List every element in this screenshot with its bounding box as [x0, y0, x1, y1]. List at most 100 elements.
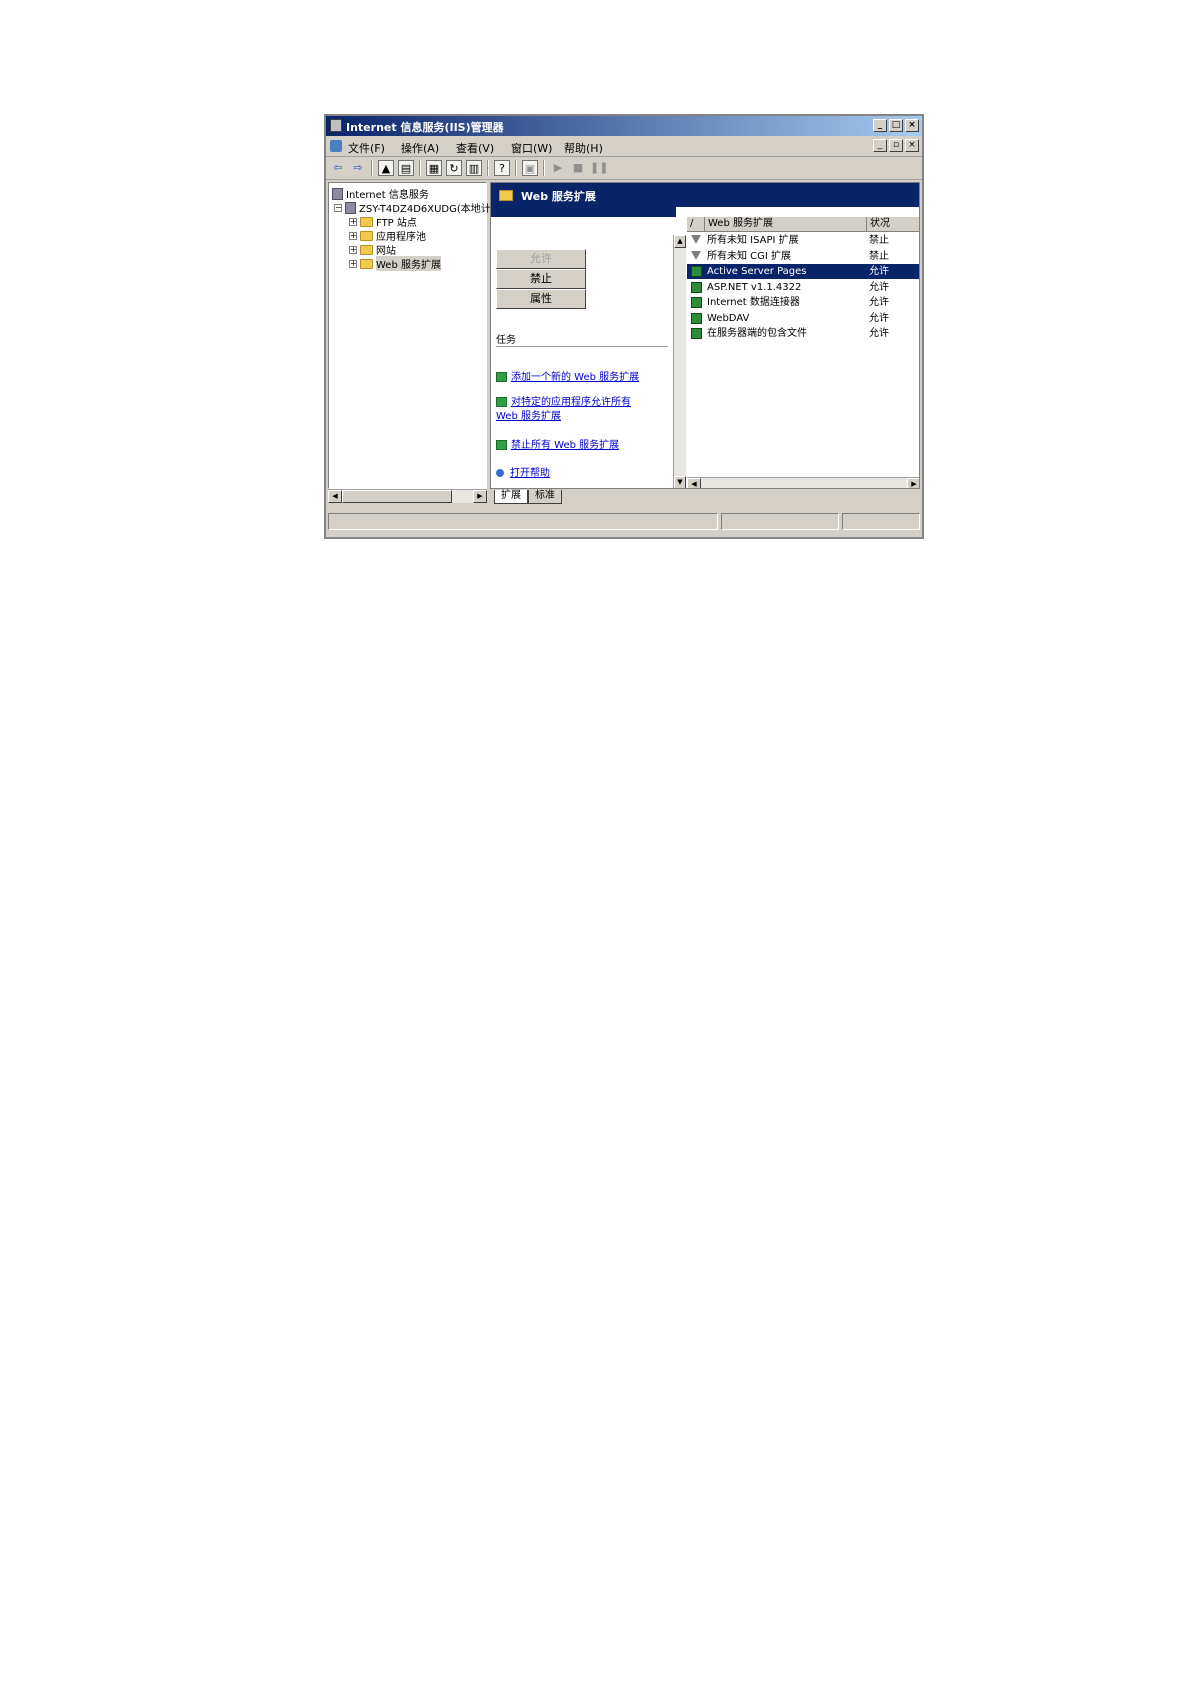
tree-horizontal-scrollbar[interactable]: ◀ ▶: [328, 489, 487, 503]
expand-icon[interactable]: +: [349, 217, 357, 226]
list-item[interactable]: ASP.NET v1.1.4322 允许: [687, 280, 919, 295]
show-hide-tree-icon[interactable]: ▤: [398, 160, 414, 176]
list-item[interactable]: WebDAV 允许: [687, 311, 919, 326]
title-bar[interactable]: Internet 信息服务(IIS)管理器 _ □ ×: [326, 116, 922, 136]
folder-icon: [360, 258, 373, 269]
column-header-icon[interactable]: /: [687, 217, 705, 231]
expand-icon[interactable]: +: [349, 259, 357, 268]
help-icon[interactable]: ?: [494, 160, 510, 176]
extension-status: 允许: [869, 297, 889, 308]
filter-icon: [691, 250, 701, 260]
green-arrow-icon: [496, 372, 507, 382]
tree-server[interactable]: − ZSY-T4DZ4D6XUDG(本地计: [334, 200, 491, 215]
scroll-left-icon[interactable]: ◀: [328, 490, 342, 503]
list-item[interactable]: 所有未知 CGI 扩展 禁止: [687, 249, 919, 264]
tree-item-ftp[interactable]: + FTP 站点: [349, 214, 417, 229]
mmc-icon[interactable]: [330, 140, 342, 152]
window-title: Internet 信息服务(IIS)管理器: [346, 121, 504, 134]
child-close-button[interactable]: ×: [905, 139, 919, 152]
extension-name: WebDAV: [707, 312, 750, 324]
menu-file[interactable]: 文件(F): [348, 140, 385, 156]
menu-view[interactable]: 查看(V): [456, 140, 494, 156]
help-bullet-icon: [496, 469, 504, 477]
expand-icon[interactable]: +: [349, 231, 357, 240]
export-list-icon[interactable]: ▥: [466, 160, 482, 176]
stop-icon[interactable]: ■: [570, 160, 586, 176]
up-folder-icon[interactable]: ▲: [378, 160, 394, 176]
menu-action[interactable]: 操作(A): [401, 140, 439, 156]
green-arrow-icon: [496, 397, 507, 407]
task-label: 禁止所有 Web 服务扩展: [511, 440, 620, 451]
scroll-left-icon[interactable]: ◀: [687, 478, 701, 488]
folder-icon: [360, 244, 373, 255]
back-arrow-icon[interactable]: ⇦: [330, 160, 346, 176]
extension-name: ASP.NET v1.1.4322: [707, 281, 802, 293]
scroll-right-icon[interactable]: ▶: [907, 478, 919, 488]
tree-item-label: 网站: [376, 246, 396, 257]
scroll-right-icon[interactable]: ▶: [473, 490, 487, 503]
list-item[interactable]: Active Server Pages 允许: [687, 264, 919, 279]
tasks-vertical-scrollbar[interactable]: ▲ ▼: [673, 235, 686, 488]
console-tree[interactable]: Internet 信息服务 − ZSY-T4DZ4D6XUDG(本地计 + FT…: [328, 182, 491, 489]
tree-item-label: 应用程序池: [376, 232, 426, 243]
extension-name: Internet 数据连接器: [707, 297, 800, 308]
list-item[interactable]: Internet 数据连接器 允许: [687, 295, 919, 310]
menu-window[interactable]: 窗口(W): [511, 140, 552, 156]
menu-help[interactable]: 帮助(H): [564, 140, 603, 156]
column-header-status[interactable]: 状况: [867, 217, 919, 231]
folder-icon: [499, 190, 513, 201]
pane-banner: Web 服务扩展: [491, 183, 919, 207]
tab-standard[interactable]: 标准: [528, 490, 562, 504]
task-allow-for-application-line2[interactable]: Web 服务扩展: [496, 410, 561, 424]
status-panel: [328, 513, 718, 530]
toolbar: ⇦ ⇨ ▲ ▤ ▦ ↻ ▥ ? ▣ ▶ ■ ❚❚: [326, 157, 922, 180]
list-item[interactable]: 在服务器端的包含文件 允许: [687, 326, 919, 341]
list-item[interactable]: 所有未知 ISAPI 扩展 禁止: [687, 233, 919, 248]
child-restore-button[interactable]: ▫: [889, 139, 903, 152]
scroll-thumb[interactable]: [342, 490, 452, 503]
task-add-extension[interactable]: 添加一个新的 Web 服务扩展: [496, 371, 639, 385]
scroll-up-icon[interactable]: ▲: [674, 235, 686, 248]
status-panel: [721, 513, 839, 530]
new-window-icon[interactable]: ▣: [522, 160, 538, 176]
task-prohibit-all[interactable]: 禁止所有 Web 服务扩展: [496, 439, 619, 453]
tree-item-websites[interactable]: + 网站: [349, 242, 396, 257]
toolbar-separator: [419, 160, 421, 176]
task-label: 对特定的应用程序允许所有: [511, 397, 631, 408]
iis-root-icon: [332, 187, 343, 200]
minimize-button[interactable]: _: [873, 119, 887, 132]
properties-button[interactable]: 属性: [496, 289, 586, 309]
child-minimize-button[interactable]: _: [873, 139, 887, 152]
refresh-icon[interactable]: ↻: [446, 160, 462, 176]
iis-manager-window: Internet 信息服务(IIS)管理器 _ □ × 文件(F) 操作(A) …: [324, 114, 924, 539]
tree-root[interactable]: Internet 信息服务: [332, 186, 429, 201]
toolbar-separator: [543, 160, 545, 176]
task-open-help[interactable]: 打开帮助: [496, 467, 550, 481]
toolbar-separator: [515, 160, 517, 176]
pause-icon[interactable]: ❚❚: [590, 160, 608, 176]
extension-status: 允许: [869, 266, 889, 277]
forward-arrow-icon[interactable]: ⇨: [350, 160, 366, 176]
extension-status: 禁止: [869, 250, 889, 262]
tab-extended[interactable]: 扩展: [494, 490, 528, 504]
tree-item-app-pools[interactable]: + 应用程序池: [349, 228, 426, 243]
extensions-list[interactable]: / Web 服务扩展 状况 所有未知 ISAPI 扩展 禁止 所有未知 CGI 扩展…: [687, 217, 919, 488]
close-button[interactable]: ×: [905, 119, 919, 132]
task-allow-for-application[interactable]: 对特定的应用程序允许所有: [496, 396, 631, 410]
tree-item-label: Web 服务扩展: [376, 256, 441, 271]
play-icon[interactable]: ▶: [550, 160, 566, 176]
green-arrow-icon: [496, 440, 507, 450]
status-panel: [842, 513, 920, 530]
tree-item-web-service-extensions[interactable]: + Web 服务扩展: [349, 256, 441, 271]
column-header-extension[interactable]: Web 服务扩展: [705, 217, 867, 231]
properties-icon[interactable]: ▦: [426, 160, 442, 176]
prohibit-button[interactable]: 禁止: [496, 269, 586, 289]
maximize-button[interactable]: □: [889, 119, 903, 132]
pane-title: Web 服务扩展: [521, 190, 596, 203]
collapse-icon[interactable]: −: [334, 203, 342, 212]
tasks-divider: [496, 346, 668, 347]
scroll-down-icon[interactable]: ▼: [674, 476, 686, 488]
allow-button[interactable]: 允许: [496, 249, 586, 269]
expand-icon[interactable]: +: [349, 245, 357, 254]
list-horizontal-scrollbar[interactable]: ◀ ▶: [687, 477, 919, 488]
